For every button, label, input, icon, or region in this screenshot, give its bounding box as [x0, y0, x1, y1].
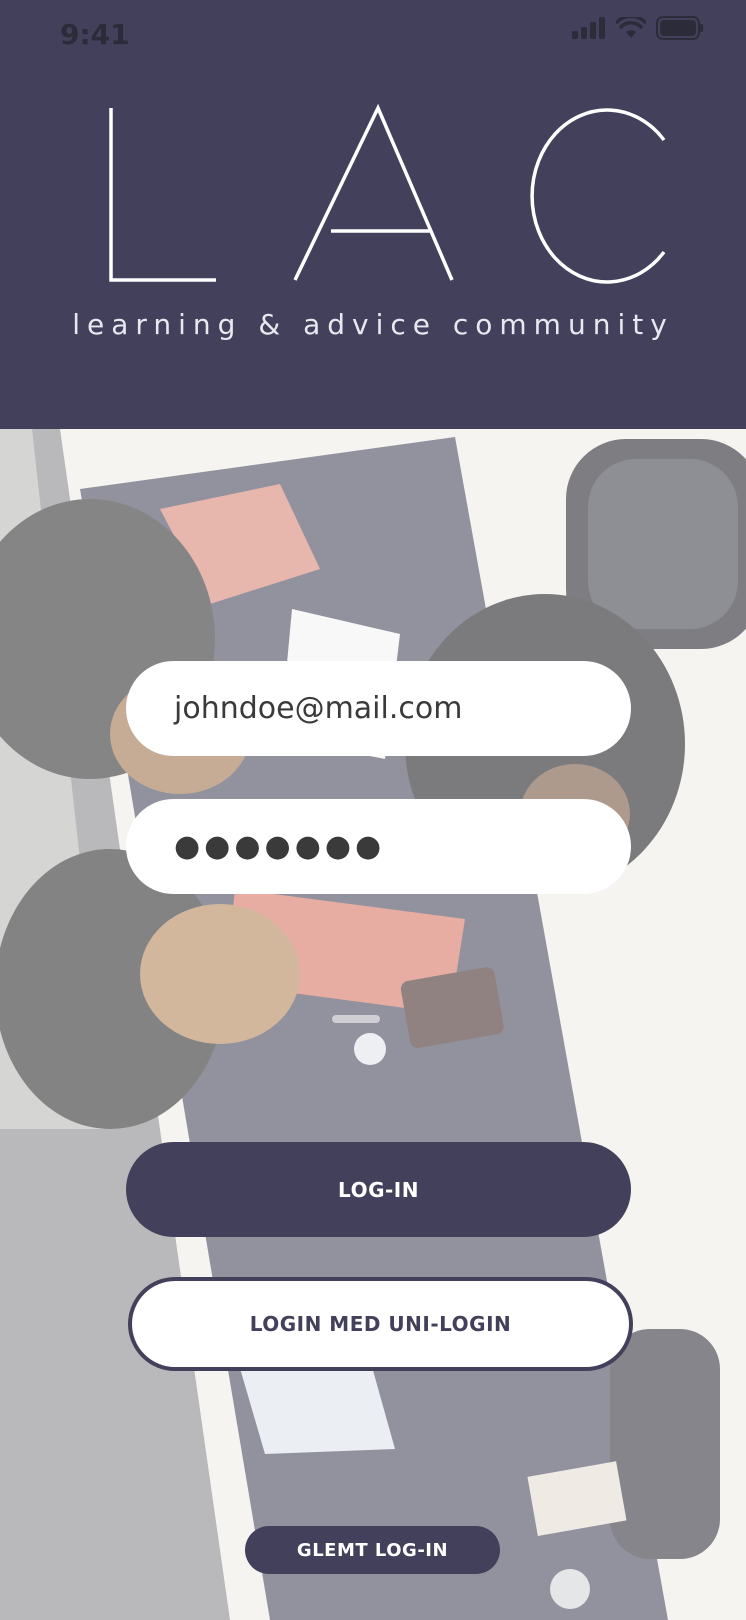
signal-icon — [572, 17, 605, 39]
background-photo — [0, 429, 746, 1620]
tagline: learning & advice community — [72, 308, 674, 341]
header: 9:41 learning & advice community — [0, 0, 746, 429]
drag-handle — [332, 1015, 380, 1023]
battery-icon — [656, 16, 703, 40]
email-field[interactable]: johndoe@mail.com — [126, 661, 631, 756]
login-button[interactable]: LOG-IN — [126, 1142, 631, 1237]
status-time: 9:41 — [60, 18, 130, 51]
status-icons — [572, 16, 704, 40]
lac-logo — [109, 103, 666, 284]
forgot-login-button[interactable]: GLEMT LOG-IN — [245, 1526, 500, 1574]
wifi-icon — [616, 17, 646, 38]
uni-login-button[interactable]: LOGIN MED UNI-LOGIN — [128, 1277, 633, 1371]
password-field[interactable]: ●●●●●●● — [126, 799, 631, 894]
